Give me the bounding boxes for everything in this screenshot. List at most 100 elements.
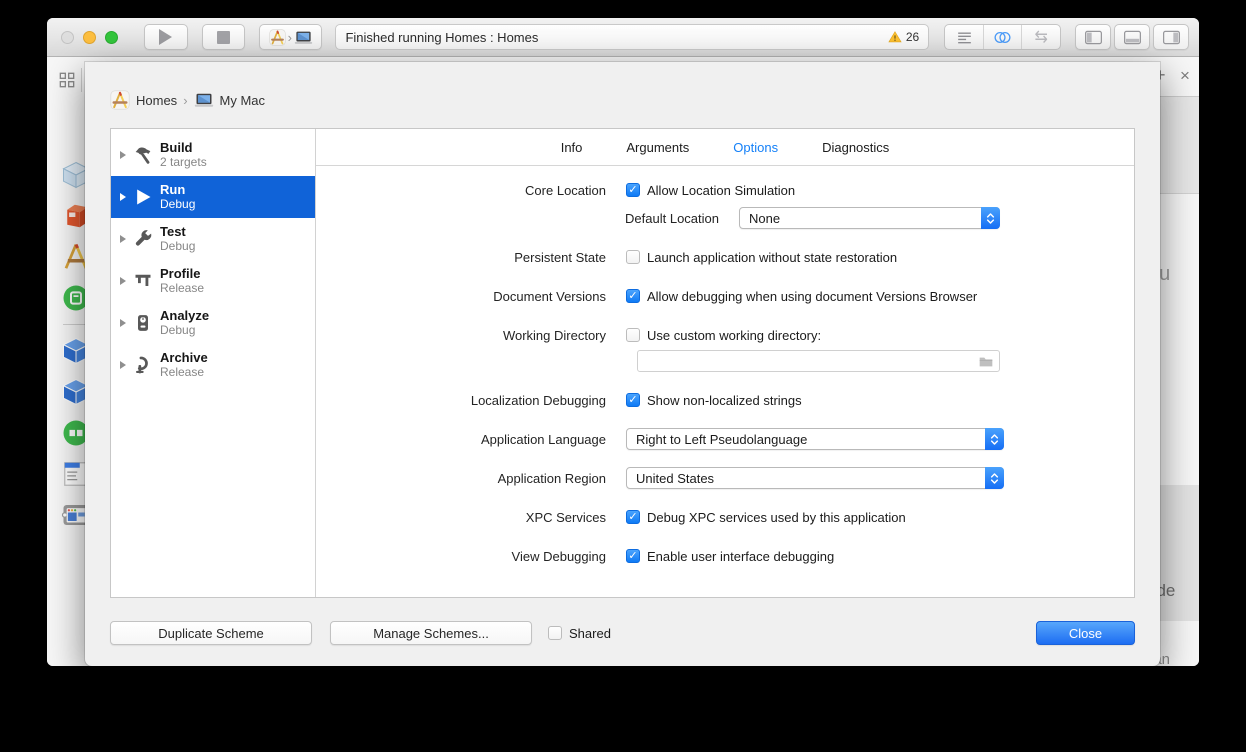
checkbox-label: Allow Location Simulation	[647, 182, 796, 198]
working-directory-field[interactable]	[637, 350, 1000, 372]
option-row-working-directory: Working Directory Use custom working dire…	[316, 324, 1134, 346]
option-label: Application Region	[497, 470, 606, 486]
left-panel-icon	[1083, 27, 1104, 48]
hammer-icon	[131, 143, 155, 167]
checkbox-label: Use custom working directory:	[647, 327, 822, 343]
sidebar-item-build[interactable]: Build 2 targets	[111, 134, 315, 176]
run-button[interactable]	[144, 24, 188, 50]
shared-label: Shared	[569, 625, 611, 641]
option-row-application-region: Application Region United States	[316, 467, 1134, 489]
tab-diagnostics[interactable]: Diagnostics	[822, 140, 889, 155]
working-directory-field-row	[316, 350, 1134, 372]
issues-badge[interactable]: 26	[888, 30, 919, 44]
close-tab-button[interactable]: ×	[1180, 66, 1190, 86]
right-panel-icon	[1161, 27, 1182, 48]
close-button[interactable]: Close	[1036, 621, 1135, 645]
close-window-button[interactable]	[61, 30, 74, 44]
sidebar-item-config: Debug	[160, 323, 196, 338]
option-row-application-language: Application Language Right to Left Pseudo…	[316, 428, 1134, 450]
chevron-right-icon: ›	[183, 92, 188, 108]
breadcrumb: Homes › My Mac	[110, 90, 265, 110]
stop-button[interactable]	[201, 24, 246, 50]
checkbox-label: Allow debugging when using document Vers…	[647, 288, 978, 304]
tab-info[interactable]: Info	[561, 140, 583, 155]
clamp-icon	[131, 353, 155, 377]
chip-separator: ›	[287, 29, 292, 45]
disclosure-triangle-icon[interactable]	[120, 361, 126, 369]
destination-name[interactable]: My Mac	[220, 93, 266, 108]
sidebar-item-test[interactable]: Test Debug	[111, 218, 315, 260]
option-label: Document Versions	[493, 288, 606, 304]
toggle-debug-area-button[interactable]	[1114, 24, 1150, 50]
sidebar-item-config: Debug	[160, 239, 196, 254]
bottom-panel-icon	[1122, 27, 1143, 48]
my-mac-icon	[294, 28, 313, 47]
toggle-inspector-button[interactable]	[1153, 24, 1189, 50]
popup-selected-value: Right to Left Pseudolanguage	[636, 431, 808, 447]
disclosure-triangle-icon[interactable]	[120, 235, 126, 243]
sidebar-item-label: Run	[160, 181, 186, 197]
sidebar-item-run[interactable]: Run Debug	[111, 176, 315, 218]
option-label: Default Location	[625, 210, 719, 226]
overlapping-circles-icon	[992, 27, 1013, 48]
localization-debugging-checkbox[interactable]: ✓	[626, 393, 640, 407]
sidebar-item-label: Test	[160, 223, 186, 239]
shared-checkbox[interactable]	[548, 626, 562, 640]
sidebar-item-config: Release	[160, 365, 205, 380]
disclosure-triangle-icon[interactable]	[120, 277, 126, 285]
edit-scheme-dialog: Homes › My Mac Build 2 targets Run Debug Tes…	[85, 62, 1160, 666]
standard-editor-button[interactable]	[945, 25, 983, 49]
zoom-window-button[interactable]	[105, 30, 118, 44]
option-row-default-location: Default Location None	[316, 207, 1134, 229]
tab-arguments[interactable]: Arguments	[626, 140, 689, 155]
version-editor-button[interactable]: ⇆	[1021, 25, 1060, 49]
sidebar-item-profile[interactable]: Profile Release	[111, 260, 315, 302]
sidebar-item-config: Debug	[160, 197, 196, 212]
my-mac-icon	[194, 90, 214, 110]
popup-stepper-icon	[985, 467, 1004, 489]
option-label: Persistent State	[514, 249, 606, 265]
persistent-state-checkbox[interactable]	[626, 250, 640, 264]
stop-icon	[216, 30, 230, 44]
sidebar-item-label: Build	[160, 139, 193, 155]
sidebar-item-label: Profile	[160, 265, 201, 281]
minimize-window-button[interactable]	[83, 30, 96, 44]
disclosure-triangle-icon[interactable]	[120, 151, 126, 159]
option-row-localization-debugging: Localization Debugging ✓ Show non-localize…	[316, 389, 1134, 411]
view-debugging-checkbox[interactable]: ✓	[626, 549, 640, 563]
sidebar-item-archive[interactable]: Archive Release	[111, 344, 315, 386]
scheme-name[interactable]: Homes	[136, 93, 177, 108]
checkbox-label: Launch application without state restora…	[647, 249, 898, 265]
scheme-destination-selector[interactable]: ›	[259, 24, 323, 50]
xcode-project-icon	[110, 90, 130, 110]
tab-options[interactable]: Options	[733, 140, 778, 155]
checkbox-label: Show non-localized strings	[647, 392, 802, 408]
default-location-popup[interactable]: None	[739, 207, 1000, 229]
play-icon	[131, 185, 155, 209]
window-controls	[61, 30, 118, 44]
core-location-checkbox[interactable]: ✓	[626, 183, 640, 197]
working-directory-checkbox[interactable]	[626, 328, 640, 342]
sidebar-item-label: Analyze	[160, 307, 210, 323]
application-region-popup[interactable]: United States	[626, 467, 1004, 489]
application-language-popup[interactable]: Right to Left Pseudolanguage	[626, 428, 1004, 450]
wrench-icon	[131, 227, 155, 251]
gauge-icon	[131, 311, 155, 335]
document-versions-checkbox[interactable]: ✓	[626, 289, 640, 303]
disclosure-triangle-icon[interactable]	[120, 193, 126, 201]
folder-icon[interactable]	[978, 354, 994, 370]
disclosure-triangle-icon[interactable]	[120, 319, 126, 327]
scheme-sidebar: Build 2 targets Run Debug Test Debug Profile Re…	[111, 129, 316, 597]
popup-selected-value: None	[749, 210, 781, 226]
sidebar-item-config: Release	[160, 281, 205, 296]
duplicate-scheme-button[interactable]: Duplicate Scheme	[110, 621, 312, 645]
activity-viewer: Finished running Homes : Homes 26	[335, 24, 930, 50]
toggle-navigator-button[interactable]	[1075, 24, 1111, 50]
sidebar-item-analyze[interactable]: Analyze Debug	[111, 302, 315, 344]
assistant-editor-button[interactable]	[982, 25, 1022, 49]
xpc-services-checkbox[interactable]: ✓	[626, 510, 640, 524]
manage-schemes-button[interactable]: Manage Schemes...	[330, 621, 532, 645]
option-label: Working Directory	[502, 327, 606, 343]
shared-option: Shared	[548, 626, 611, 641]
sidebar-item-label: Archive	[160, 349, 208, 365]
